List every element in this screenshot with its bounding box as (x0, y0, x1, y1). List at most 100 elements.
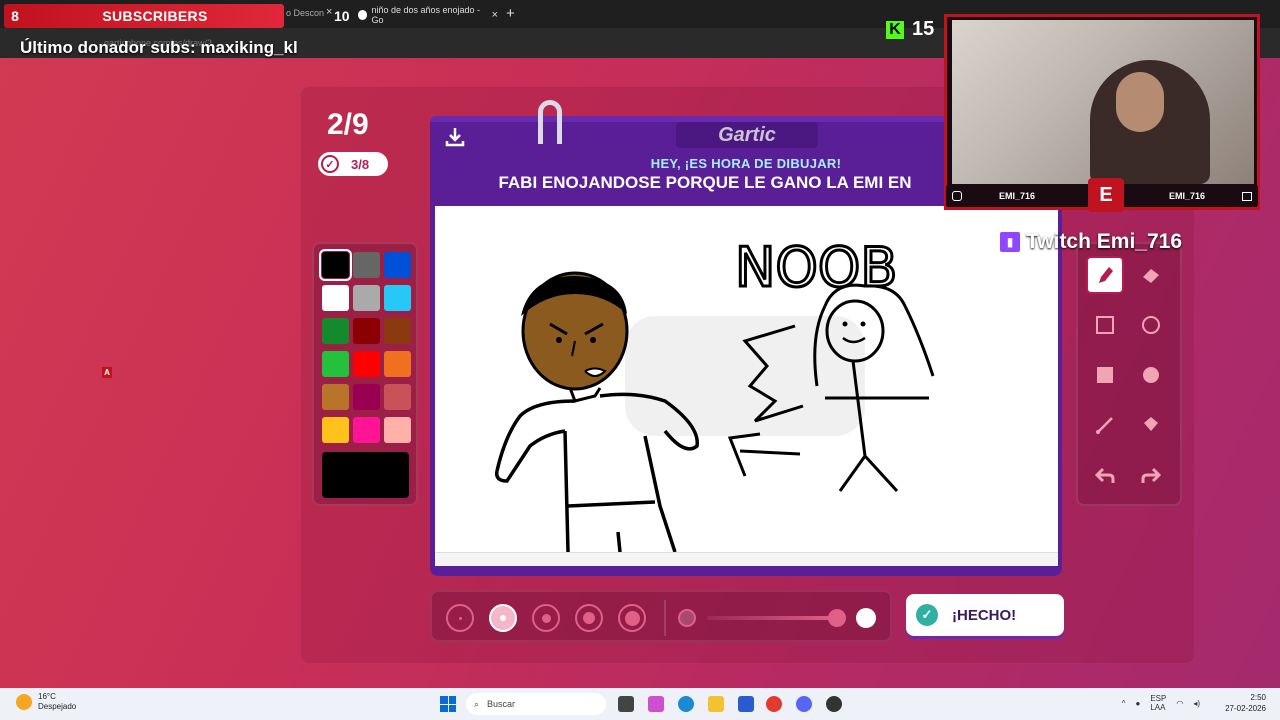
brush-size-dot (541, 613, 551, 623)
twitch-text: Twitch Emi_716 (1026, 230, 1183, 253)
color-swatch[interactable] (384, 285, 411, 311)
new-tab-button[interactable]: + (506, 5, 515, 22)
color-swatch[interactable] (353, 384, 380, 410)
opacity-slider[interactable] (707, 616, 837, 620)
opacity-min-icon[interactable] (678, 609, 696, 627)
color-swatch[interactable] (384, 417, 411, 443)
undo-tool-button[interactable] (1086, 456, 1124, 494)
color-swatch[interactable] (353, 252, 380, 278)
brush-size-button[interactable] (446, 604, 474, 632)
kick-follower-counter: K 15 (886, 18, 934, 41)
bucket-tool-button[interactable] (1132, 406, 1170, 444)
obs-icon[interactable] (826, 696, 842, 712)
file-explorer-icon[interactable] (708, 696, 724, 712)
date: 27-02-2026 (1225, 704, 1266, 713)
gartic-logo: Gartic (676, 122, 818, 148)
brush-size-dot (583, 612, 595, 624)
browser-tab[interactable]: niño de dos años enojado - Go × (358, 4, 498, 26)
brush-size-button[interactable] (575, 604, 603, 632)
weather-widget[interactable]: 16°C Despejado (16, 692, 76, 712)
rect-fill-tool-button[interactable] (1086, 356, 1124, 394)
gartic-phone-watermark (625, 316, 865, 436)
brush-size-dot (500, 615, 506, 621)
system-tray[interactable]: ^ ● ESP LAA ◠ ◂) (1122, 694, 1200, 712)
pencil-tool-button[interactable] (1086, 256, 1124, 294)
check-icon: ✓ (916, 604, 938, 626)
count-badge: 10 (334, 8, 350, 24)
rect-outline-icon (1096, 316, 1114, 334)
players-done-count: 3/8 (351, 156, 370, 172)
rect-outline-tool-button[interactable] (1086, 306, 1124, 344)
taskbar-search[interactable]: ⌕ Buscar (466, 693, 606, 715)
close-icon[interactable]: × (326, 6, 332, 18)
edge-icon[interactable] (678, 696, 694, 712)
search-icon: ⌕ (474, 698, 480, 709)
copilot-icon[interactable] (648, 696, 664, 712)
color-swatch[interactable] (384, 318, 411, 344)
brush-size-dot (458, 616, 462, 620)
color-swatch[interactable] (384, 384, 411, 410)
round-counter: 2/9 (327, 108, 369, 141)
chevron-up-icon[interactable]: ^ (1122, 699, 1126, 708)
color-swatch[interactable] (384, 351, 411, 377)
color-swatch[interactable] (322, 351, 349, 377)
taskbar-clock[interactable]: 2:50 27-02-2026 (1225, 692, 1266, 714)
twitch-icon: ▮ (1000, 232, 1020, 252)
close-icon[interactable]: × (492, 9, 498, 21)
cam-name-left: EMI_716 (998, 191, 1036, 201)
drawing-canvas[interactable]: NOOB (435, 206, 1058, 553)
color-swatch[interactable] (384, 252, 411, 278)
temperature: 16°C (38, 692, 56, 701)
undo-icon (1094, 467, 1115, 483)
streamer-face (1116, 72, 1164, 132)
eraser-icon (1143, 269, 1159, 283)
circle-outline-icon (1142, 316, 1160, 334)
color-swatch[interactable] (319, 249, 352, 281)
download-icon[interactable] (444, 126, 466, 148)
instagram-icon (952, 191, 962, 201)
color-palette (312, 242, 418, 506)
wifi-icon: ◠ (1176, 698, 1184, 708)
eraser-tool-button[interactable] (1132, 256, 1170, 294)
cam-name-right: EMI_716 (1168, 191, 1206, 201)
chrome-icon[interactable] (766, 696, 782, 712)
color-swatch[interactable] (353, 417, 380, 443)
color-swatch[interactable] (353, 318, 380, 344)
store-icon[interactable] (738, 696, 754, 712)
circle-fill-tool-button[interactable] (1132, 356, 1170, 394)
tab-title: niño de dos años enojado - Go (371, 5, 481, 25)
windows-taskbar: 16°C Despejado ⌕ Buscar ^ ● ESP LAA ◠ ◂)… (0, 688, 1280, 720)
task-view-icon[interactable] (618, 696, 634, 712)
time: 2:50 (1250, 693, 1266, 702)
discord-icon[interactable] (796, 696, 812, 712)
color-swatch[interactable] (322, 318, 349, 344)
donor-overlay-text: Último donador subs: maxiking_kl (20, 38, 298, 57)
current-color-preview (322, 452, 409, 498)
kick-icon: K (886, 20, 904, 39)
windows-start-icon[interactable] (440, 696, 456, 712)
brush-size-button[interactable] (532, 604, 560, 632)
color-swatch[interactable] (322, 417, 349, 443)
line-tool-button[interactable] (1086, 406, 1124, 444)
sun-icon (16, 694, 32, 710)
brush-size-button[interactable] (489, 604, 517, 632)
color-swatch[interactable] (322, 384, 349, 410)
noob-text: NOOB (735, 236, 897, 299)
subscriber-label: SUBSCRIBERS (102, 8, 208, 24)
color-swatch[interactable] (353, 351, 380, 377)
tool-panel (1076, 242, 1182, 506)
opacity-slider-knob[interactable] (828, 609, 846, 627)
google-icon (358, 10, 368, 20)
color-swatch[interactable] (353, 285, 380, 311)
drawing: NOOB (494, 235, 935, 553)
brush-size-button[interactable] (618, 604, 646, 632)
redo-tool-button[interactable] (1132, 456, 1170, 494)
kick-count: 15 (912, 18, 935, 40)
color-swatch[interactable] (322, 285, 349, 311)
tab-title-fragment[interactable]: o Descon (286, 8, 324, 18)
prompt-text: FABI ENOJANDOSE PORQUE LE GANO LA EMI EN (498, 173, 912, 192)
circle-outline-tool-button[interactable] (1132, 306, 1170, 344)
done-button[interactable]: ✓ ¡HECHO! (906, 594, 1064, 636)
check-icon: ✓ (321, 155, 339, 173)
opacity-max-icon[interactable] (856, 608, 876, 628)
